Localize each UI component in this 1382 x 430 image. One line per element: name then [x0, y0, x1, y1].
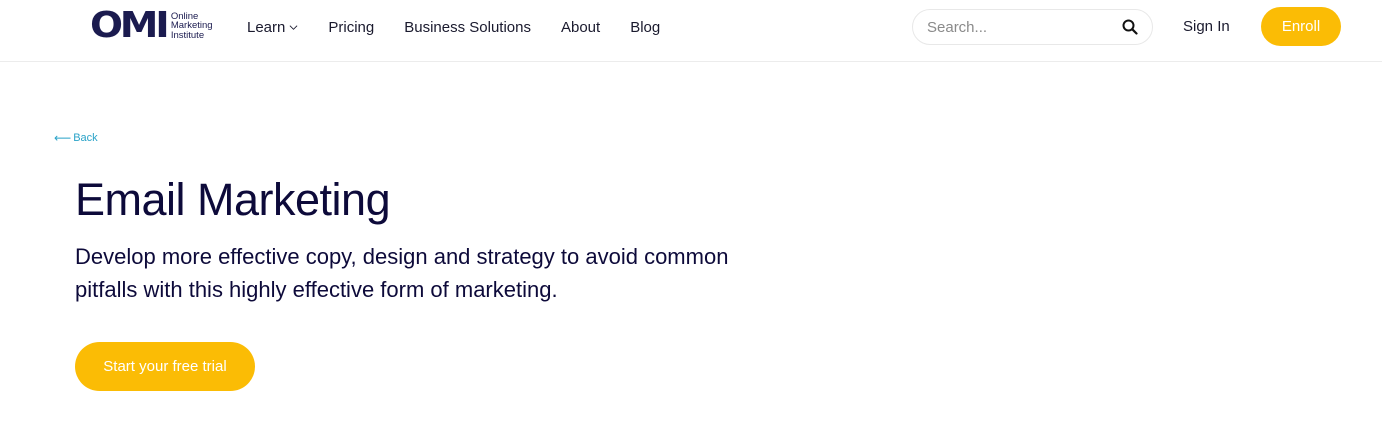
enroll-button[interactable]: Enroll [1261, 7, 1341, 46]
page-title: Email Marketing [75, 174, 391, 225]
chevron-down-icon [289, 24, 298, 30]
arrow-left-icon: ⟵ [54, 131, 72, 145]
nav-learn-label: Learn [247, 18, 286, 36]
nav-pricing[interactable]: Pricing [328, 19, 374, 36]
search-icon[interactable] [1122, 19, 1138, 35]
omi-logo[interactable]: OMI Online Marketing Institute [90, 5, 213, 46]
back-label: Back [73, 132, 98, 144]
page-subtitle: Develop more effective copy, design and … [75, 244, 729, 302]
logo-line-3: Institute [170, 29, 205, 41]
nav-about[interactable]: About [561, 19, 600, 36]
search-input[interactable]: Search... [927, 19, 1122, 36]
sign-in-link[interactable]: Sign In [1183, 18, 1230, 35]
site-header: OMI Online Marketing Institute Learn Pri… [0, 0, 1382, 62]
logo-mark: OMI [90, 5, 170, 46]
back-link[interactable]: ⟵ Back [54, 131, 98, 145]
nav-blog[interactable]: Blog [630, 19, 660, 36]
nav-learn[interactable]: Learn [247, 19, 298, 36]
search-box[interactable]: Search... [912, 9, 1153, 45]
logo-text: Online Marketing Institute [171, 12, 213, 41]
main-nav: Learn Pricing Business Solutions About B… [247, 0, 690, 54]
start-free-trial-button[interactable]: Start your free trial [75, 342, 255, 391]
nav-business-solutions[interactable]: Business Solutions [404, 19, 531, 36]
